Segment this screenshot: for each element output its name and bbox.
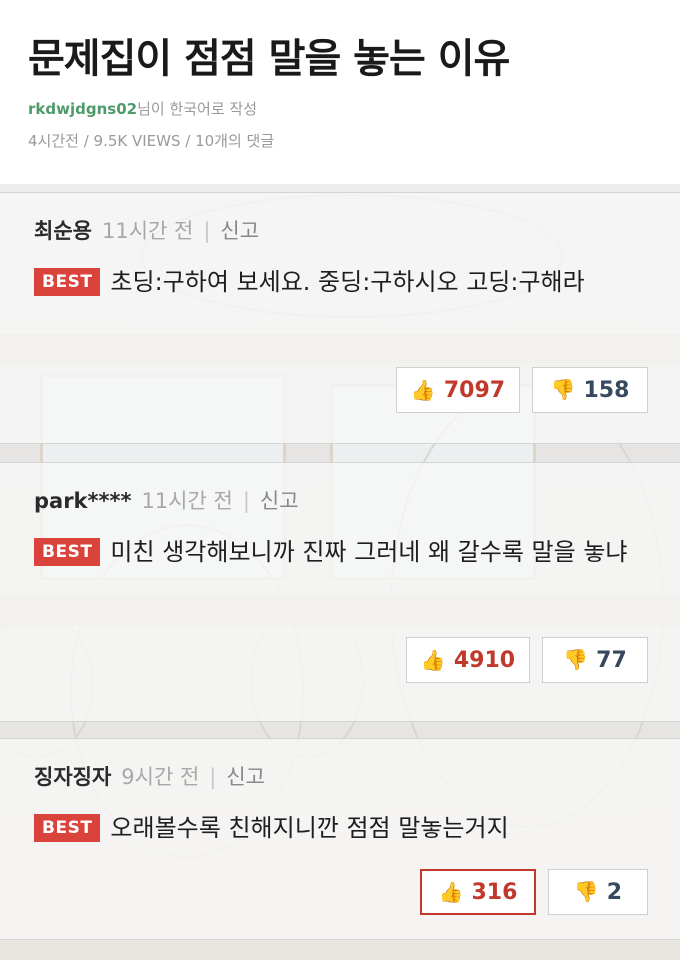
comment-time: 11시간 전 xyxy=(101,219,194,243)
thumbs-down-icon: 👍 xyxy=(573,880,599,904)
comment-time: 11시간 전 xyxy=(141,489,233,513)
report-link[interactable]: 신고 xyxy=(220,219,259,243)
dislike-count: 2 xyxy=(606,879,623,905)
best-badge: BEST xyxy=(34,814,101,842)
comment-item: park**** 11시간 전 | 신고 BEST 미친 생각해보니까 진짜 그러네 왜… xyxy=(0,462,680,722)
comment-text: 초딩:구하여 보세요. 중딩:구하시오 고딩:구해라 xyxy=(110,268,585,296)
comment-body: BEST 미친 생각해보니까 진짜 그러네 왜 갈수록 말을 놓냐 xyxy=(34,533,644,571)
comment-item: 최순용 11시간 전 | 신고 BEST 초딩:구하여 보세요. 중딩:구하시오 고딩:… xyxy=(0,192,680,444)
comment-meta: 징자징자 9시간 전 | 신고 xyxy=(34,761,265,791)
dislike-button[interactable]: 👍 158 xyxy=(532,367,648,413)
like-button[interactable]: 👍 7097 xyxy=(396,367,520,413)
post-header: 문제집이 점점 말을 놓는 이유 rkdwjdgns02님이 한국어로 작성 4… xyxy=(0,0,680,184)
post-title: 문제집이 점점 말을 놓는 이유 xyxy=(28,36,510,82)
comment-body: BEST 초딩:구하여 보세요. 중딩:구하시오 고딩:구해라 xyxy=(34,263,644,301)
thumbs-down-icon: 👍 xyxy=(550,378,576,402)
thumbs-up-icon: 👍 xyxy=(410,378,436,402)
best-badge: BEST xyxy=(34,538,101,566)
author-suffix: 님이 한국어로 작성 xyxy=(137,100,258,118)
author-link[interactable]: rkdwjdgns02 xyxy=(28,100,137,118)
like-button[interactable]: 👍 316 xyxy=(420,869,536,915)
comment-meta: park**** 11시간 전 | 신고 xyxy=(34,485,299,515)
comment-body: BEST 오래볼수록 친해지니깐 점점 말놓는거지 xyxy=(34,809,644,847)
thumbs-up-icon: 👍 xyxy=(420,648,446,672)
comment-item: 징자징자 9시간 전 | 신고 BEST 오래볼수록 친해지니깐 점점 말놓는거지 👍 3… xyxy=(0,738,680,940)
comment-nickname[interactable]: 최순용 xyxy=(34,219,92,243)
comment-meta: 최순용 11시간 전 | 신고 xyxy=(34,215,259,245)
dislike-button[interactable]: 👍 2 xyxy=(548,869,648,915)
comment-text: 오래볼수록 친해지니깐 점점 말놓는거지 xyxy=(110,814,509,842)
report-link[interactable]: 신고 xyxy=(226,765,265,789)
dislike-count: 158 xyxy=(583,377,630,403)
meta-divider: | xyxy=(242,489,250,513)
dislike-count: 77 xyxy=(596,647,627,673)
dislike-button[interactable]: 👍 77 xyxy=(542,637,648,683)
comment-nickname[interactable]: 징자징자 xyxy=(34,765,111,789)
like-count: 4910 xyxy=(453,647,516,673)
thumbs-down-icon: 👍 xyxy=(563,648,589,672)
comment-text: 미친 생각해보니까 진짜 그러네 왜 갈수록 말을 놓냐 xyxy=(110,538,628,566)
author-line: rkdwjdgns02님이 한국어로 작성 xyxy=(28,98,257,119)
best-badge: BEST xyxy=(34,268,101,296)
meta-divider: | xyxy=(203,219,211,243)
like-count: 7097 xyxy=(443,377,506,403)
post-stats: 4시간전 / 9.5K VIEWS / 10개의 댓글 xyxy=(28,132,275,150)
like-count: 316 xyxy=(471,879,518,905)
meta-divider: | xyxy=(209,765,217,789)
like-button[interactable]: 👍 4910 xyxy=(406,637,530,683)
comment-nickname[interactable]: park**** xyxy=(34,489,131,513)
report-link[interactable]: 신고 xyxy=(260,489,299,513)
comment-time: 9시간 전 xyxy=(121,765,200,789)
thumbs-up-icon: 👍 xyxy=(438,880,464,904)
